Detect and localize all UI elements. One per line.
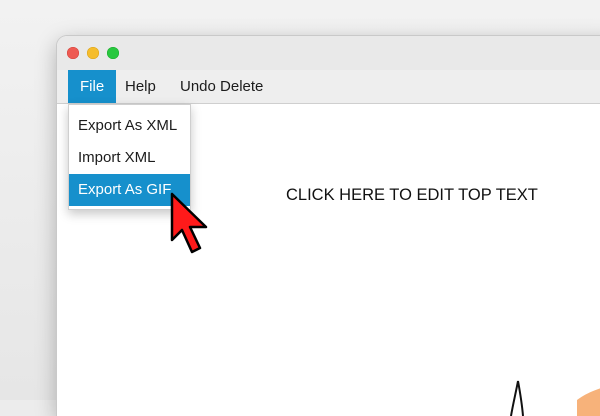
menu-bar: File Help Undo Delete — [57, 70, 600, 104]
title-bar — [57, 36, 600, 70]
peach-shape — [577, 388, 600, 416]
menu-undo-delete[interactable]: Undo Delete — [170, 70, 273, 103]
close-icon[interactable] — [67, 47, 79, 59]
maximize-icon[interactable] — [107, 47, 119, 59]
menu-help[interactable]: Help — [115, 70, 166, 103]
menu-file[interactable]: File — [68, 70, 117, 103]
app-window: File Help Undo Delete CLICK HERE TO EDIT… — [57, 36, 600, 416]
minimize-icon[interactable] — [87, 47, 99, 59]
pointer-cursor-icon — [170, 192, 208, 254]
menu-item-import-xml[interactable]: Import XML — [69, 142, 190, 174]
menu-item-export-xml[interactable]: Export As XML — [69, 110, 190, 142]
black-stroke — [510, 380, 524, 416]
